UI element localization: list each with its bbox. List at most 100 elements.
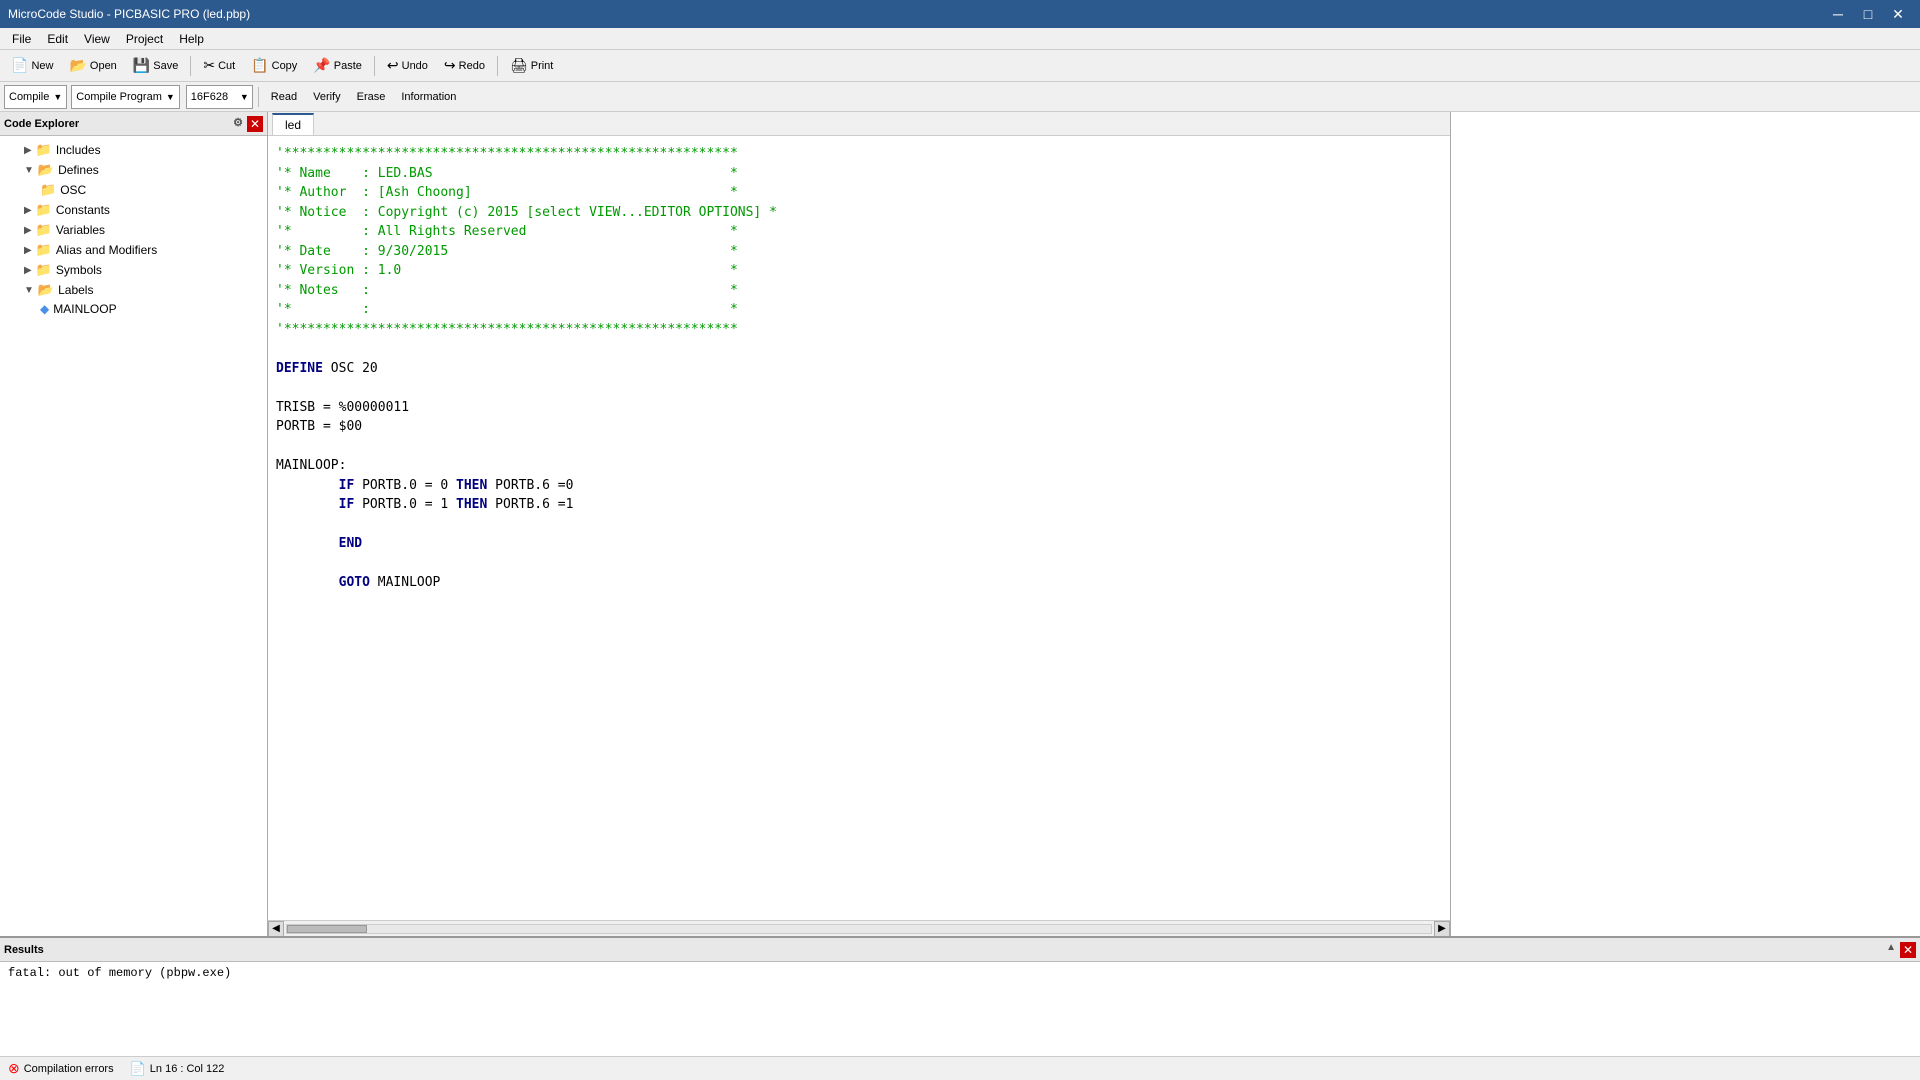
alias-arrow-icon: ▶ [24, 245, 32, 256]
scroll-left-button[interactable]: ◀ [268, 921, 284, 937]
paste-icon: 📌 [313, 57, 330, 74]
main-content: Code Explorer ⚙ ✕ ▶ 📁 Includes ▼ 📂 Defin… [0, 112, 1920, 936]
save-button[interactable]: 💾 Save [126, 53, 186, 79]
constants-label: Constants [56, 203, 110, 217]
includes-folder-icon: 📁 [36, 142, 52, 158]
toolbar2-separator [258, 87, 259, 107]
bottom-area: Results ▲ ✕ fatal: out of memory (pbpw.e… [0, 936, 1920, 1056]
read-button[interactable]: Read [264, 85, 304, 109]
menu-project[interactable]: Project [118, 30, 171, 48]
tab-led-label: led [285, 118, 301, 132]
read-label: Read [271, 91, 297, 103]
symbols-arrow-icon: ▶ [24, 265, 32, 276]
save-icon: 💾 [133, 57, 150, 74]
status-error-icon: ⊗ [8, 1060, 20, 1077]
print-button[interactable]: 🖨 Print [503, 53, 560, 79]
labels-label: Labels [58, 283, 93, 297]
redo-button[interactable]: ↪ Redo [437, 53, 492, 79]
tab-led[interactable]: led [272, 113, 314, 135]
undo-button[interactable]: ↩ Undo [380, 53, 435, 79]
compile-label: Compile [9, 91, 49, 103]
tree-item-includes[interactable]: ▶ 📁 Includes [0, 140, 267, 160]
results-title: Results [4, 944, 44, 956]
compile-program-arrow-icon: ▼ [166, 92, 175, 102]
includes-label: Includes [56, 143, 101, 157]
tree-item-alias[interactable]: ▶ 📁 Alias and Modifiers [0, 240, 267, 260]
undo-icon: ↩ [387, 57, 399, 74]
copy-button[interactable]: 📋 Copy [244, 53, 304, 79]
verify-button[interactable]: Verify [306, 85, 348, 109]
toolbar: 📄 New 📂 Open 💾 Save ✂ Cut 📋 Copy 📌 Paste… [0, 50, 1920, 82]
labels-arrow-icon: ▼ [24, 285, 34, 296]
alias-label: Alias and Modifiers [56, 243, 157, 257]
toolbar-separator-2 [374, 56, 375, 76]
labels-folder-icon: 📂 [38, 282, 54, 298]
status-error-label: Compilation errors [24, 1063, 114, 1075]
defines-folder-icon: 📂 [38, 162, 54, 178]
scroll-track[interactable] [286, 924, 1432, 934]
tree-item-variables[interactable]: ▶ 📁 Variables [0, 220, 267, 240]
compile-dropdown[interactable]: Compile ▼ [4, 85, 67, 109]
scroll-thumb[interactable] [287, 925, 367, 933]
status-error-item: ⊗ Compilation errors [8, 1060, 114, 1077]
symbols-folder-icon: 📁 [36, 262, 52, 278]
tree-item-constants[interactable]: ▶ 📁 Constants [0, 200, 267, 220]
tree-item-symbols[interactable]: ▶ 📁 Symbols [0, 260, 267, 280]
print-icon: 🖨 [510, 57, 528, 74]
menu-edit[interactable]: Edit [39, 30, 76, 48]
maximize-button[interactable]: □ [1854, 3, 1882, 25]
titlebar-title: MicroCode Studio - PICBASIC PRO (led.pbp… [8, 7, 250, 21]
menu-view[interactable]: View [76, 30, 118, 48]
erase-label: Erase [357, 91, 386, 103]
explorer-header-controls: ⚙ ✕ [233, 116, 263, 132]
explorer-title: Code Explorer [4, 118, 79, 130]
osc-label: OSC [60, 183, 86, 197]
status-position-label: Ln 16 : Col 122 [150, 1063, 225, 1075]
cut-button[interactable]: ✂ Cut [196, 53, 242, 79]
verify-label: Verify [313, 91, 341, 103]
information-button[interactable]: Information [394, 85, 463, 109]
information-label: Information [401, 91, 456, 103]
results-header-controls: ▲ ✕ [1886, 942, 1916, 958]
results-expand-icon[interactable]: ▲ [1886, 942, 1896, 958]
mainloop-label: MAINLOOP [53, 302, 116, 316]
explorer-close-button[interactable]: ✕ [247, 116, 263, 132]
titlebar-controls: ─ □ ✕ [1824, 3, 1912, 25]
minimize-button[interactable]: ─ [1824, 3, 1852, 25]
results-content: fatal: out of memory (pbpw.exe) [0, 962, 1920, 1056]
explorer-tree: ▶ 📁 Includes ▼ 📂 Defines 📁 OSC ▶ 📁 [0, 136, 267, 936]
scroll-right-button[interactable]: ▶ [1434, 921, 1450, 937]
results-close-button[interactable]: ✕ [1900, 942, 1916, 958]
menu-help[interactable]: Help [171, 30, 212, 48]
toolbar2: Compile ▼ Compile Program ▼ 16F628 16F87… [0, 82, 1920, 112]
variables-label: Variables [56, 223, 105, 237]
variables-arrow-icon: ▶ [24, 225, 32, 236]
erase-button[interactable]: Erase [350, 85, 393, 109]
tree-item-mainloop[interactable]: ◆ MAINLOOP [0, 300, 267, 318]
titlebar: MicroCode Studio - PICBASIC PRO (led.pbp… [0, 0, 1920, 28]
open-button[interactable]: 📂 Open [62, 53, 123, 79]
status-doc-icon: 📄 [130, 1061, 146, 1077]
tree-item-defines[interactable]: ▼ 📂 Defines [0, 160, 267, 180]
constants-folder-icon: 📁 [36, 202, 52, 218]
toolbar-separator-3 [497, 56, 498, 76]
osc-folder-icon: 📁 [40, 182, 56, 198]
constants-arrow-icon: ▶ [24, 205, 32, 216]
explorer-header: Code Explorer ⚙ ✕ [0, 112, 267, 136]
close-button[interactable]: ✕ [1884, 3, 1912, 25]
tree-item-osc[interactable]: 📁 OSC [0, 180, 267, 200]
tree-item-labels[interactable]: ▼ 📂 Labels [0, 280, 267, 300]
mainloop-file-icon: ◆ [40, 302, 49, 316]
results-text: fatal: out of memory (pbpw.exe) [8, 966, 231, 980]
new-button[interactable]: 📄 New [4, 53, 60, 79]
explorer-settings-icon[interactable]: ⚙ [233, 116, 243, 132]
includes-arrow-icon: ▶ [24, 145, 32, 156]
code-editor[interactable]: '***************************************… [268, 136, 1450, 920]
left-panel: Code Explorer ⚙ ✕ ▶ 📁 Includes ▼ 📂 Defin… [0, 112, 268, 936]
menu-file[interactable]: File [4, 30, 39, 48]
menubar: File Edit View Project Help [0, 28, 1920, 50]
chip-select[interactable]: 16F628 16F877A 18F4550 [186, 85, 253, 109]
compile-program-dropdown[interactable]: Compile Program ▼ [71, 85, 180, 109]
paste-button[interactable]: 📌 Paste [306, 53, 369, 79]
tabs-bar: led [268, 112, 1450, 136]
